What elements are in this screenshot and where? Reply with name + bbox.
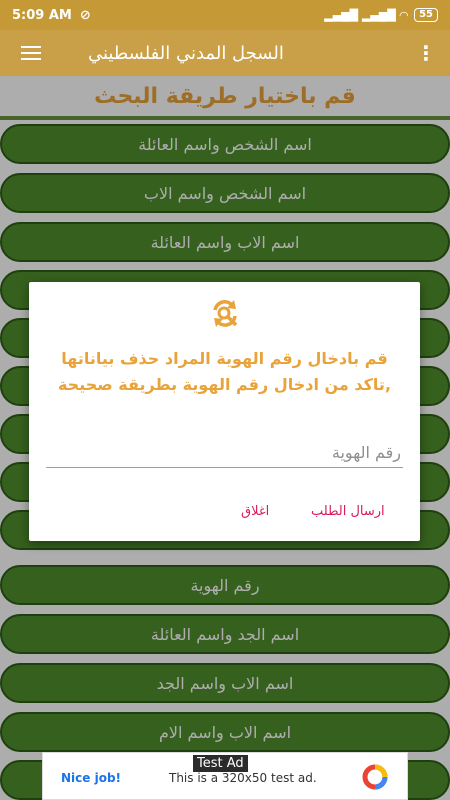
app-title: السجل المدني الفلسطيني [88,42,284,64]
app-bar: السجل المدني الفلسطيني ⋮ [0,30,450,76]
status-icons: ▂▄▆█ ▂▄▆█ ◠ 55 [324,8,438,22]
hamburger-menu-icon[interactable] [8,30,54,76]
search-refresh-icon [213,300,238,327]
battery-icon: 55 [414,8,438,22]
ad-logo-icon [362,764,388,790]
ad-nice-job: Nice job! [61,771,122,785]
ad-text: This is a 320x50 test ad. [169,771,317,785]
dialog-message: قم بادخال رقم الهوية المراد حذف بياناتها… [57,349,392,394]
ad-banner[interactable]: Test Ad Nice job! This is a 320x50 test … [42,752,408,800]
delete-id-dialog: قم بادخال رقم الهوية المراد حذف بياناتها… [29,282,420,541]
overflow-menu-icon[interactable]: ⋮ [416,41,436,65]
send-request-button[interactable]: ارسال الطلب [311,504,385,519]
test-ad-badge: Test Ad [193,755,248,772]
status-time: 5:09 AM [12,7,72,23]
status-bar: 5:09 AM ⊘ ▂▄▆█ ▂▄▆█ ◠ 55 [0,0,450,30]
signal-icon: ▂▄▆█ ▂▄▆█ ◠ [324,8,409,22]
close-dialog-button[interactable]: اغلاق [241,504,269,519]
dnd-icon: ⊘ [79,7,91,23]
id-number-input[interactable] [46,438,403,468]
